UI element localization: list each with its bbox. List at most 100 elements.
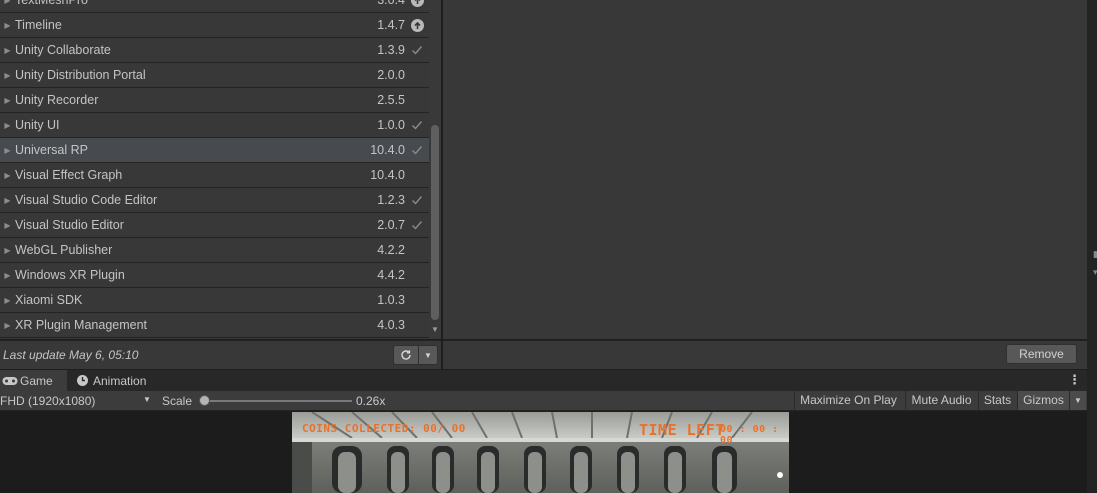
update-available-icon [405, 0, 429, 7]
package-name: Visual Effect Graph [15, 168, 123, 182]
package-row[interactable]: ▶ Unity Recorder 2.5.5 [0, 88, 429, 113]
package-name: Xiaomi SDK [15, 293, 83, 307]
package-row[interactable]: ▶ WebGL Publisher 4.2.2 [0, 238, 429, 263]
refresh-dropdown-button[interactable]: ▼ [419, 345, 438, 365]
expand-arrow-icon[interactable]: ▶ [0, 271, 15, 280]
package-version: 2.5.5 [377, 93, 405, 107]
mute-audio-toggle[interactable]: Mute Audio [905, 391, 977, 410]
package-name: Windows XR Plugin [15, 268, 125, 282]
package-version: 3.0.4 [377, 0, 405, 7]
expand-arrow-icon[interactable]: ▶ [0, 146, 15, 155]
expand-arrow-icon[interactable]: ▶ [0, 71, 15, 80]
scroll-down-arrow-icon[interactable]: ▼ [430, 325, 440, 335]
resolution-dropdown[interactable]: FHD (1920x1080) ▼ [0, 391, 156, 410]
chevron-down-icon: ▼ [424, 350, 432, 360]
game-render-frame: COINS COLLECTED: 00/ 00 TIME LEFT 00 : 0… [292, 412, 789, 493]
expand-arrow-icon[interactable]: ▶ [0, 96, 15, 105]
package-name: TextMeshPro [15, 0, 88, 7]
tab-animation-label: Animation [93, 373, 147, 388]
installed-check-icon [405, 193, 429, 207]
expand-arrow-icon[interactable]: ▶ [0, 321, 15, 330]
expand-arrow-icon[interactable]: ▶ [0, 221, 15, 230]
gamepad-icon [2, 376, 18, 385]
game-toolbar: FHD (1920x1080) ▼ Scale 0.26x Maximize O… [0, 391, 1087, 411]
installed-check-icon [405, 218, 429, 232]
scale-label: Scale [162, 394, 193, 408]
expand-arrow-icon[interactable]: ▶ [0, 46, 15, 55]
package-version: 2.0.7 [377, 218, 405, 232]
gizmos-dropdown-button[interactable]: ▼ [1069, 391, 1086, 410]
scale-slider-handle[interactable] [199, 395, 210, 406]
package-row[interactable]: ▶ TextMeshPro 3.0.4 [0, 0, 429, 13]
more-options-icon[interactable]: ⋮ [1068, 372, 1081, 388]
package-row[interactable]: ▶ Timeline 1.4.7 [0, 13, 429, 38]
stats-toggle[interactable]: Stats [978, 391, 1016, 410]
gizmos-toggle[interactable]: Gizmos [1017, 391, 1069, 410]
expand-arrow-icon[interactable]: ▶ [0, 296, 15, 305]
package-row[interactable]: ▶ Windows XR Plugin 4.4.2 [0, 263, 429, 288]
package-name: Unity UI [15, 118, 60, 132]
package-version: 10.4.0 [370, 168, 405, 182]
hud-coins-counter: COINS COLLECTED: 00/ 00 [302, 422, 466, 435]
package-row[interactable]: ▶ Visual Effect Graph 10.4.0 [0, 163, 429, 188]
expand-arrow-icon[interactable]: ▶ [0, 0, 15, 5]
package-name: XR Plugin Management [15, 318, 148, 332]
right-edge-scroll-icon[interactable]: ▮ ▾ [1093, 245, 1097, 281]
update-available-icon [405, 18, 429, 32]
scale-slider-track[interactable] [204, 400, 352, 402]
package-version: 1.0.0 [377, 118, 405, 132]
package-version: 2.0.0 [377, 68, 405, 82]
package-row[interactable]: ▶ Unity Collaborate 1.3.9 [0, 38, 429, 63]
expand-arrow-icon[interactable]: ▶ [0, 171, 15, 180]
refresh-button[interactable] [393, 345, 419, 365]
tab-animation[interactable]: Animation [76, 370, 176, 391]
package-details-panel [443, 0, 1087, 339]
package-version: 4.2.2 [377, 243, 405, 257]
package-list-panel: ▶ TextMeshPro 3.0.4 ▶ Timeline 1.4.7 ▶ Unity Co… [0, 0, 441, 339]
package-name: Universal RP [15, 143, 88, 157]
package-row[interactable]: ▶ Unity UI 1.0.0 [0, 113, 429, 138]
package-row[interactable]: ▶ Unity Distribution Portal 2.0.0 [0, 63, 429, 88]
package-version: 1.2.3 [377, 193, 405, 207]
package-name: Unity Distribution Portal [15, 68, 146, 82]
package-version: 1.3.9 [377, 43, 405, 57]
package-list-footer: Last update May 6, 05:10 ▼ [0, 340, 441, 369]
hud-time-left-label: TIME LEFT [639, 421, 725, 439]
expand-arrow-icon[interactable]: ▶ [0, 121, 15, 130]
package-name: Visual Studio Code Editor [15, 193, 158, 207]
package-version: 1.4.7 [377, 18, 405, 32]
package-list-scrollbar[interactable]: ▼ [429, 0, 441, 339]
chevron-down-icon: ▼ [1074, 396, 1082, 405]
last-update-text: Last update May 6, 05:10 [3, 348, 139, 362]
package-row[interactable]: ▶ Visual Studio Code Editor 1.2.3 [0, 188, 429, 213]
remove-button[interactable]: Remove [1006, 344, 1077, 364]
package-name: Unity Recorder [15, 93, 99, 107]
scrollbar-thumb[interactable] [431, 125, 439, 320]
package-name: Visual Studio Editor [15, 218, 124, 232]
game-view[interactable]: COINS COLLECTED: 00/ 00 TIME LEFT 00 : 0… [0, 412, 1087, 493]
maximize-on-play-toggle[interactable]: Maximize On Play [794, 391, 902, 410]
package-version: 10.4.0 [370, 143, 405, 157]
package-version: 4.4.2 [377, 268, 405, 282]
installed-check-icon [405, 118, 429, 132]
game-tab-bar: Game Animation ⋮ [0, 370, 1087, 391]
tab-game[interactable]: Game [0, 370, 67, 391]
package-row[interactable]: ▶ Visual Studio Editor 2.0.7 [0, 213, 429, 238]
package-row[interactable]: ▶ Universal RP 10.4.0 [0, 138, 429, 163]
installed-check-icon [405, 43, 429, 57]
package-name: Timeline [15, 18, 62, 32]
package-version: 4.0.3 [377, 318, 405, 332]
expand-arrow-icon[interactable]: ▶ [0, 21, 15, 30]
expand-arrow-icon[interactable]: ▶ [0, 246, 15, 255]
package-row[interactable]: ▶ XR Plugin Management 4.0.3 [0, 313, 429, 338]
tab-game-label: Game [20, 373, 53, 388]
expand-arrow-icon[interactable]: ▶ [0, 196, 15, 205]
refresh-icon [401, 350, 411, 360]
package-version: 1.0.3 [377, 293, 405, 307]
package-name: WebGL Publisher [15, 243, 113, 257]
resolution-value: FHD (1920x1080) [0, 393, 96, 408]
hud-time-value: 00 : 00 : 00 [720, 424, 779, 446]
scale-value: 0.26x [356, 394, 386, 408]
package-row[interactable]: ▶ Xiaomi SDK 1.0.3 [0, 288, 429, 313]
package-list: ▶ TextMeshPro 3.0.4 ▶ Timeline 1.4.7 ▶ Unity Co… [0, 0, 429, 338]
